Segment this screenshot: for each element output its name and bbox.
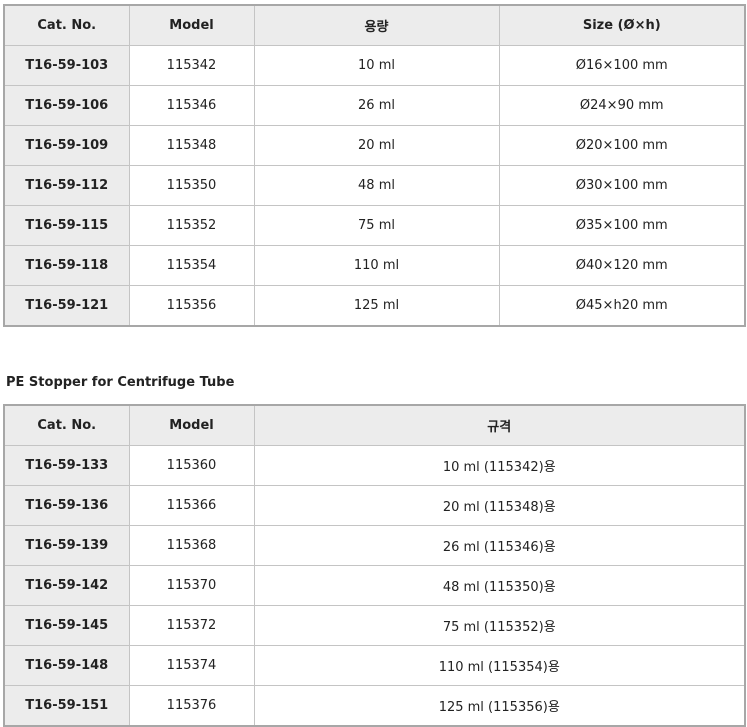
cat-no-cell: T16-59-145 [3,605,130,646]
table-row: T16-59-103 115342 10 ml Ø16×100 mm [3,45,746,86]
header-capacity: 용량 [253,4,500,46]
header-model: Model [128,404,255,446]
table-header-row: Cat. No. Model 용량 Size (Ø×h) [3,4,746,46]
spec-cell: 125 ml (115356)용 [253,685,746,727]
table-row: T16-59-121 115356 125 ml Ø45×h20 mm [3,285,746,327]
table-header-row: Cat. No. Model 규격 [3,404,746,446]
cat-no-cell: T16-59-118 [3,245,130,286]
table-row: T16-59-109 115348 20 ml Ø20×100 mm [3,125,746,166]
table-row: T16-59-106 115346 26 ml Ø24×90 mm [3,85,746,126]
tube-spec-table: Cat. No. Model 용량 Size (Ø×h) T16-59-103 1… [3,4,746,327]
table-row: T16-59-151 115376 125 ml (115356)용 [3,685,746,727]
model-cell: 115374 [128,645,255,686]
table-row: T16-59-142 115370 48 ml (115350)용 [3,565,746,606]
table-row: T16-59-139 115368 26 ml (115346)용 [3,525,746,566]
spec-cell: 110 ml (115354)용 [253,645,746,686]
table-row: T16-59-148 115374 110 ml (115354)용 [3,645,746,686]
model-cell: 115350 [128,165,255,206]
stopper-spec-table: Cat. No. Model 규격 T16-59-133 115360 10 ml … [3,404,746,727]
header-size: Size (Ø×h) [498,4,746,46]
table-row: T16-59-145 115372 75 ml (115352)용 [3,605,746,646]
model-cell: 115366 [128,485,255,526]
cat-no-cell: T16-59-106 [3,85,130,126]
table-row: T16-59-133 115360 10 ml (115342)용 [3,445,746,486]
header-model: Model [128,4,255,46]
spec-cell: 20 ml (115348)용 [253,485,746,526]
model-cell: 115370 [128,565,255,606]
size-cell: Ø20×100 mm [498,125,746,166]
model-cell: 115352 [128,205,255,246]
spec-cell: 48 ml (115350)용 [253,565,746,606]
table-row: T16-59-136 115366 20 ml (115348)용 [3,485,746,526]
cat-no-cell: T16-59-136 [3,485,130,526]
spec-cell: 26 ml (115346)용 [253,525,746,566]
capacity-cell: 26 ml [253,85,500,126]
cat-no-cell: T16-59-112 [3,165,130,206]
cat-no-cell: T16-59-133 [3,445,130,486]
table-row: T16-59-112 115350 48 ml Ø30×100 mm [3,165,746,206]
model-cell: 115368 [128,525,255,566]
table-row: T16-59-115 115352 75 ml Ø35×100 mm [3,205,746,246]
cat-no-cell: T16-59-103 [3,45,130,86]
model-cell: 115372 [128,605,255,646]
size-cell: Ø40×120 mm [498,245,746,286]
cat-no-cell: T16-59-142 [3,565,130,606]
capacity-cell: 10 ml [253,45,500,86]
model-cell: 115376 [128,685,255,727]
cat-no-cell: T16-59-115 [3,205,130,246]
table-row: T16-59-118 115354 110 ml Ø40×120 mm [3,245,746,286]
header-cat-no: Cat. No. [3,404,130,446]
capacity-cell: 75 ml [253,205,500,246]
header-spec: 규격 [253,404,746,446]
header-cat-no: Cat. No. [3,4,130,46]
model-cell: 115354 [128,245,255,286]
capacity-cell: 125 ml [253,285,500,327]
size-cell: Ø30×100 mm [498,165,746,206]
spec-cell: 10 ml (115342)용 [253,445,746,486]
cat-no-cell: T16-59-148 [3,645,130,686]
spec-cell: 75 ml (115352)용 [253,605,746,646]
size-cell: Ø45×h20 mm [498,285,746,327]
capacity-cell: 48 ml [253,165,500,206]
size-cell: Ø24×90 mm [498,85,746,126]
capacity-cell: 110 ml [253,245,500,286]
section-title: PE Stopper for Centrifuge Tube [6,375,235,390]
cat-no-cell: T16-59-109 [3,125,130,166]
model-cell: 115348 [128,125,255,166]
model-cell: 115346 [128,85,255,126]
capacity-cell: 20 ml [253,125,500,166]
model-cell: 115356 [128,285,255,327]
cat-no-cell: T16-59-121 [3,285,130,327]
size-cell: Ø35×100 mm [498,205,746,246]
cat-no-cell: T16-59-139 [3,525,130,566]
model-cell: 115342 [128,45,255,86]
model-cell: 115360 [128,445,255,486]
cat-no-cell: T16-59-151 [3,685,130,727]
size-cell: Ø16×100 mm [498,45,746,86]
